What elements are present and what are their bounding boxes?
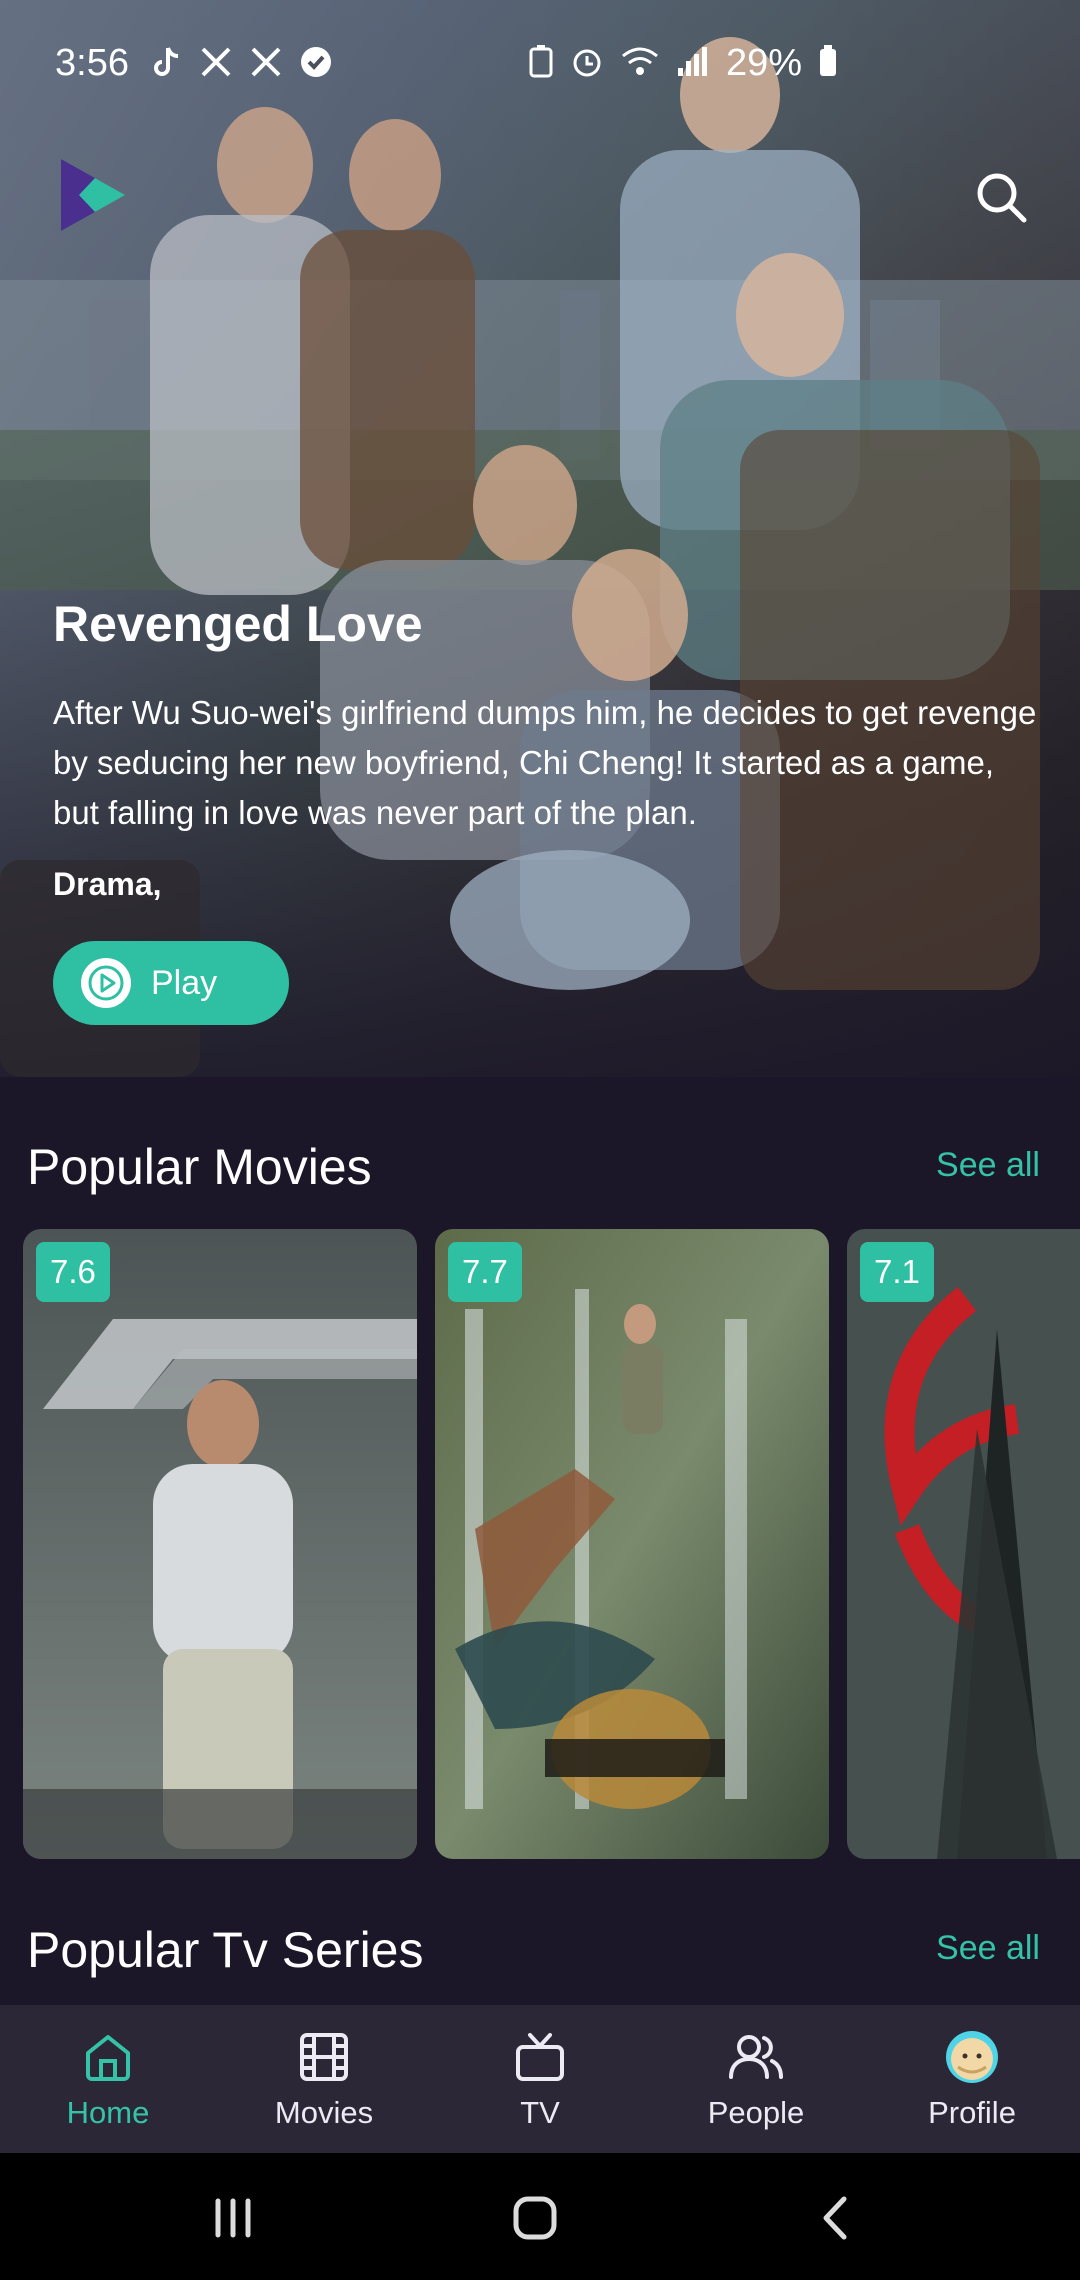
hero-description: After Wu Suo-wei's girlfriend dumps him,… <box>53 694 1037 831</box>
rating-badge: 7.6 <box>36 1242 110 1302</box>
rating-badge: 7.7 <box>448 1242 522 1302</box>
movie-poster-image <box>435 1229 829 1859</box>
hero-genre: Drama, <box>53 866 162 902</box>
x-icon <box>248 44 284 80</box>
hero-backdrop-image <box>0 37 1080 1077</box>
movie-poster-image <box>847 1229 1080 1859</box>
play-icon <box>81 958 131 1008</box>
home-icon <box>80 2029 136 2085</box>
system-status-icons: 29% <box>528 42 838 85</box>
battery-percent: 29% <box>726 42 803 84</box>
recent-apps-button[interactable] <box>198 2183 268 2253</box>
nav-profile-label: Profile <box>928 2095 1016 2130</box>
nav-home-label: Home <box>66 2095 150 2130</box>
search-button[interactable] <box>974 170 1028 224</box>
nav-people-label: People <box>707 2095 805 2130</box>
back-chevron-icon <box>823 2196 847 2240</box>
popular-tv-title: Popular Tv Series <box>27 1922 424 1978</box>
avatar-icon <box>944 2029 1000 2085</box>
popular-movies-see-all[interactable]: See all <box>936 1146 1040 1185</box>
nav-home[interactable]: Home <box>0 2005 216 2153</box>
popular-movies-carousel[interactable]: 7.6 7.7 7.1 <box>23 1229 1080 1859</box>
people-icon <box>728 2029 784 2085</box>
nav-tv[interactable]: TV <box>432 2005 648 2153</box>
movie-card[interactable]: 7.7 <box>435 1229 829 1859</box>
play-button[interactable]: Play <box>53 941 289 1025</box>
battery-icon <box>818 44 838 83</box>
play-label: Play <box>151 963 218 1002</box>
rating-badge: 7.1 <box>860 1242 934 1302</box>
system-navigation-bar <box>0 2153 1080 2280</box>
popular-movies-title: Popular Movies <box>27 1139 372 1195</box>
tiktok-icon <box>148 44 184 80</box>
tv-icon <box>512 2029 568 2085</box>
status-time: 3:56 <box>55 42 129 84</box>
status-bar: 3:56 29% <box>0 0 1080 130</box>
film-icon <box>296 2029 352 2085</box>
signal-icon <box>676 44 710 83</box>
battery-saver-icon <box>528 44 554 83</box>
movie-card[interactable]: 7.1 <box>847 1229 1080 1859</box>
app-logo[interactable] <box>55 155 131 235</box>
nav-tv-label: TV <box>520 2095 560 2130</box>
home-square-icon <box>513 2196 557 2240</box>
nav-profile[interactable]: Profile <box>864 2005 1080 2153</box>
nav-movies-label: Movies <box>274 2095 374 2130</box>
movie-card[interactable]: 7.6 <box>23 1229 417 1859</box>
search-icon <box>977 173 1027 223</box>
nav-people[interactable]: People <box>648 2005 864 2153</box>
movie-poster-image <box>23 1229 417 1859</box>
notification-icons <box>148 44 334 80</box>
wifi-icon <box>620 44 660 83</box>
home-system-button[interactable] <box>500 2183 570 2253</box>
hero-banner[interactable]: 3:56 29% Revenged Love After Wu Suo-wei'… <box>0 0 1080 1077</box>
recent-apps-icon <box>215 2198 251 2238</box>
bottom-navigation: Home Movies TV People Profile <box>0 2005 1080 2153</box>
back-button[interactable] <box>802 2183 872 2253</box>
alarm-icon <box>570 44 604 83</box>
nav-movies[interactable]: Movies <box>216 2005 432 2153</box>
verified-icon <box>298 44 334 80</box>
hero-title: Revenged Love <box>53 596 423 652</box>
popular-tv-see-all[interactable]: See all <box>936 1929 1040 1968</box>
x-icon <box>198 44 234 80</box>
